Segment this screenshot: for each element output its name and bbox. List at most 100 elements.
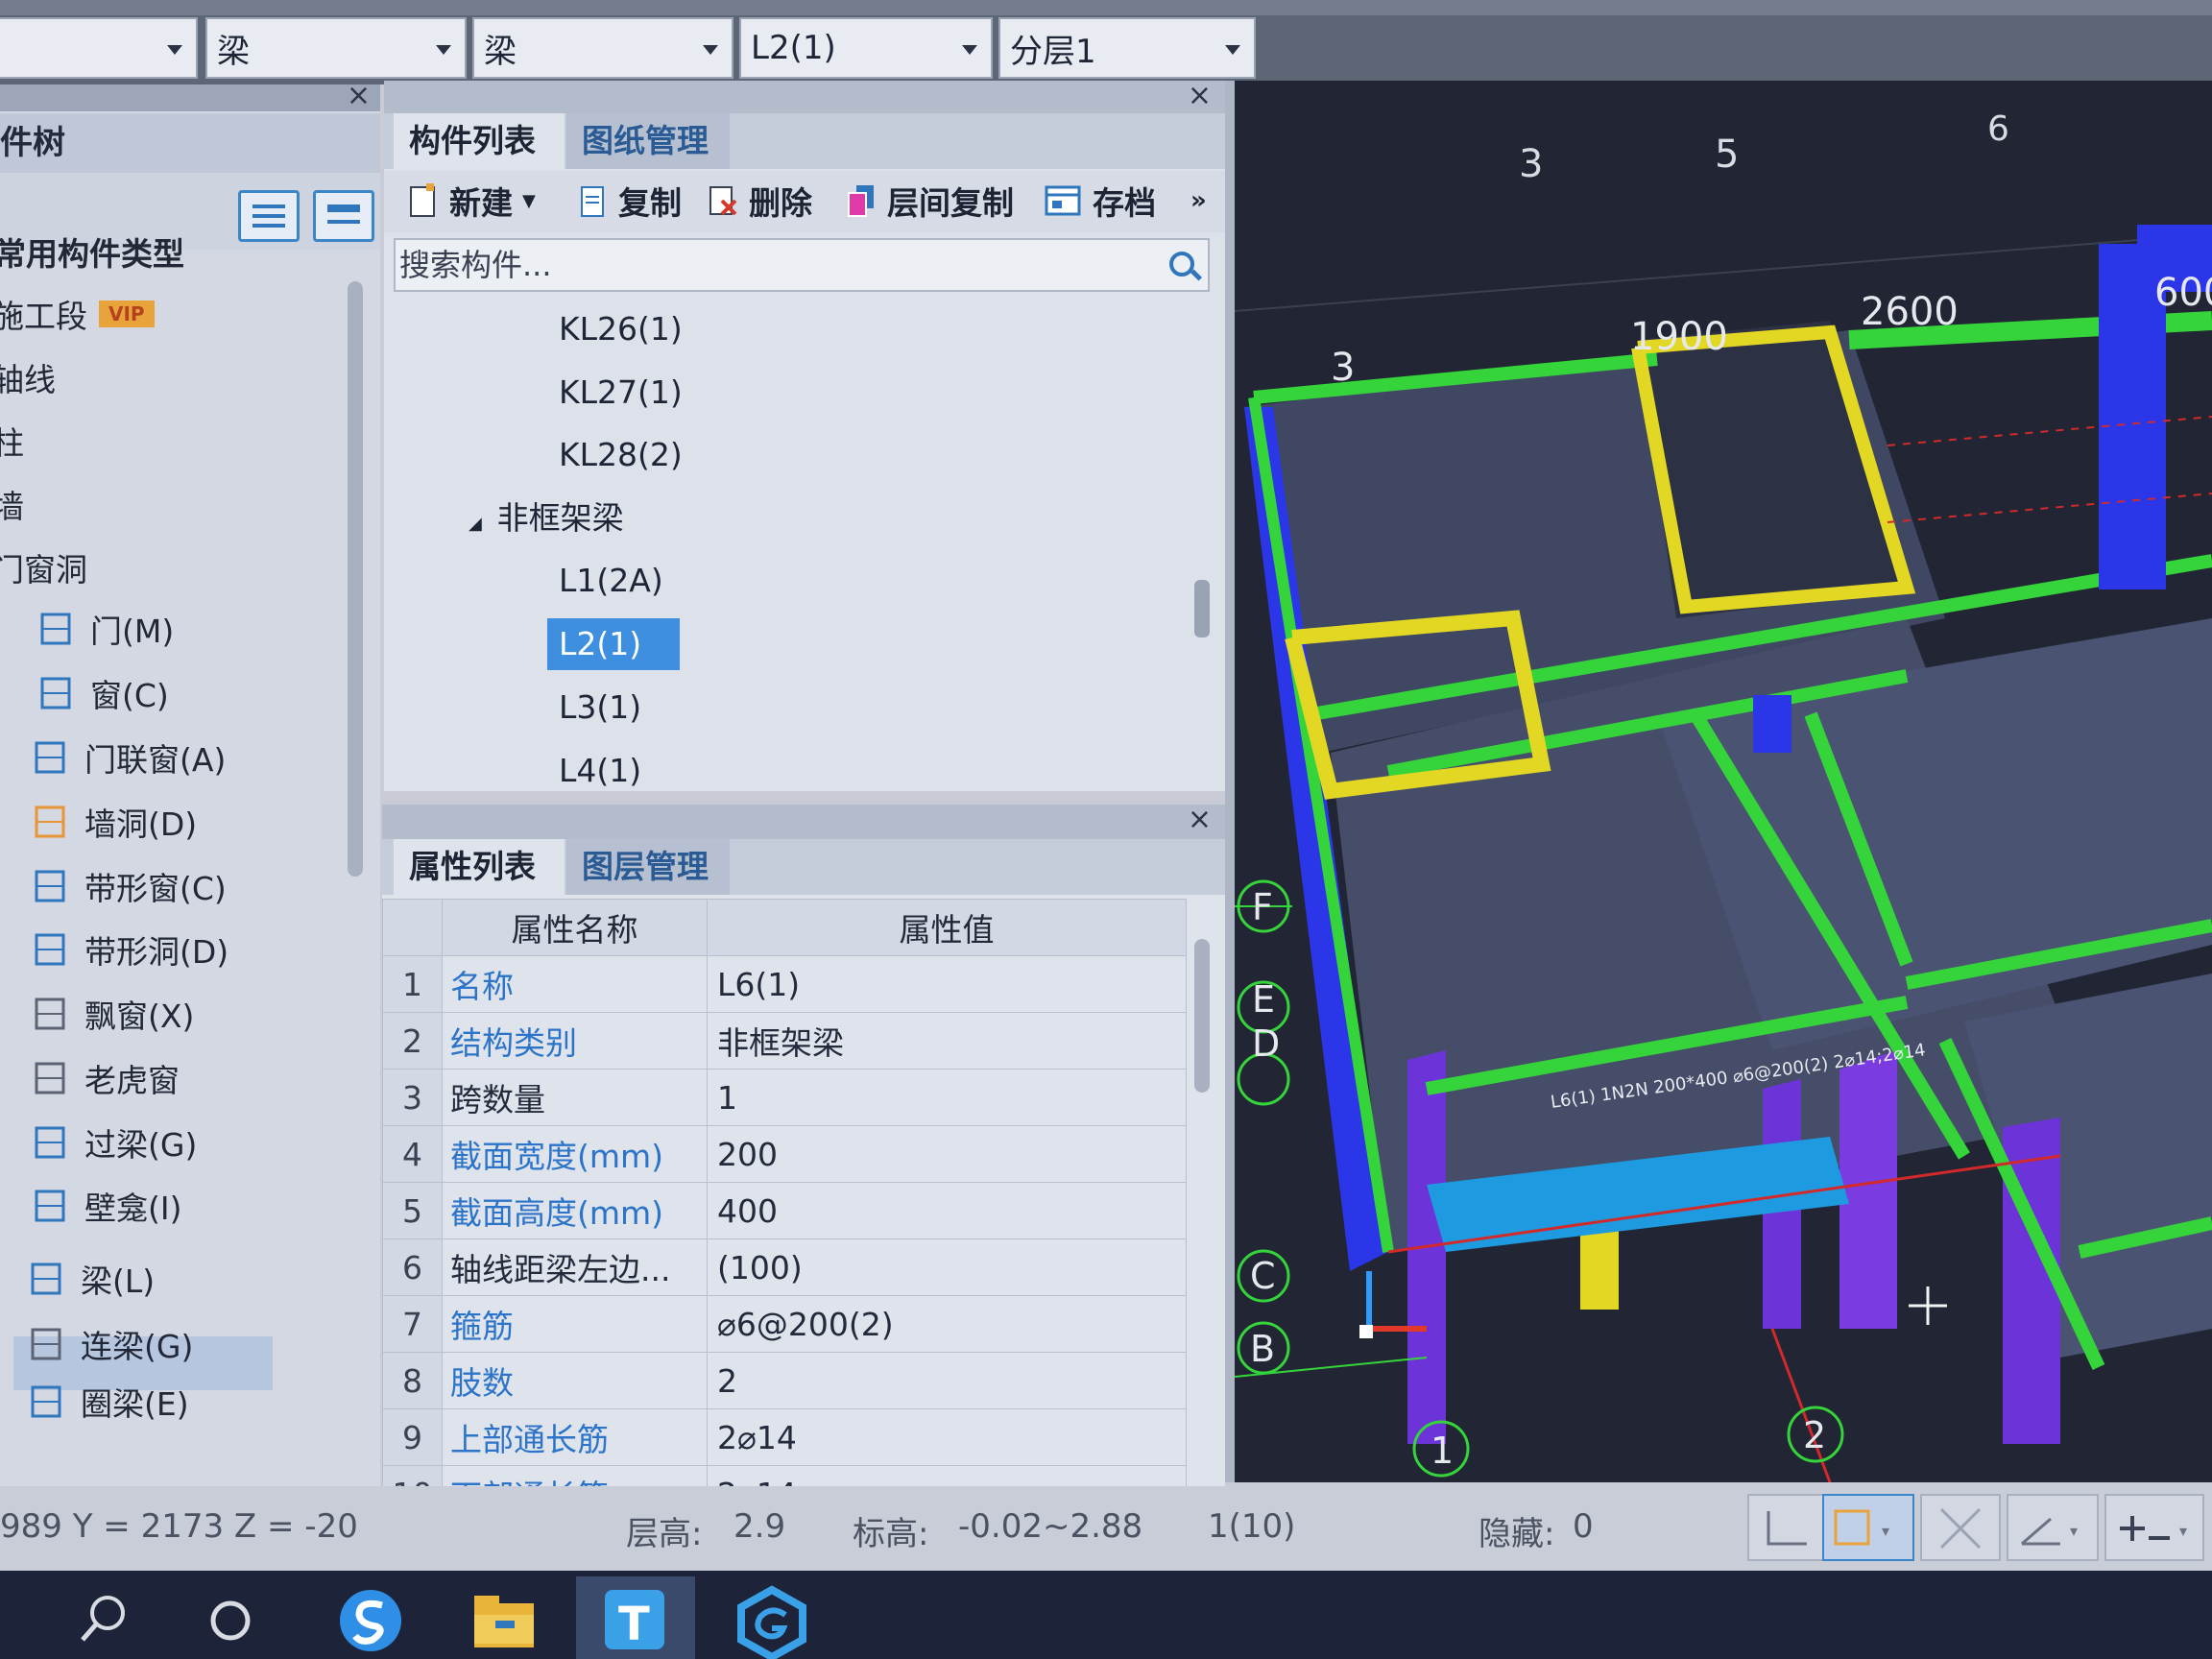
intersection-snap-button[interactable] — [1920, 1494, 2001, 1561]
property-value[interactable]: 1 — [707, 1069, 1187, 1126]
tree-item[interactable]: 门联窗(A) — [33, 732, 226, 783]
property-value[interactable]: 2⌀14 — [707, 1408, 1187, 1466]
category-selector[interactable]: 梁 — [205, 17, 467, 79]
tree-item[interactable]: 老虎窗 — [33, 1052, 180, 1104]
search-placeholder: 搜索构件... — [399, 247, 552, 283]
copy-icon — [578, 183, 607, 218]
status-bar: 989 Y = 2173 Z = -20 层高: 2.9 标高: -0.02~2… — [0, 1486, 2212, 1571]
floor-copy-button[interactable]: 层间复制 — [847, 177, 1014, 225]
offset-button[interactable]: ▾ — [2104, 1494, 2204, 1561]
close-icon[interactable]: × — [1188, 803, 1212, 836]
sogou-icon[interactable] — [313, 1576, 428, 1659]
property-value[interactable]: 非框架梁 — [707, 1012, 1187, 1070]
tree-item[interactable]: 墙洞(D) — [33, 796, 197, 848]
tree-item[interactable]: 过梁(G) — [33, 1117, 197, 1168]
tree-item[interactable]: 梁(L) — [29, 1253, 155, 1305]
list-item[interactable]: L1(2A) — [559, 555, 663, 607]
tree-item[interactable]: 带形洞(D) — [33, 924, 228, 975]
list-item[interactable]: KL28(2) — [559, 429, 683, 481]
row-number: 7 — [382, 1295, 443, 1353]
tree-item[interactable]: 柱 — [0, 415, 24, 467]
tree-item[interactable]: 施工段 VIP — [0, 288, 155, 340]
property-row[interactable]: 9 上部通长筋 2⌀14 — [382, 1408, 1187, 1466]
glodon-t-icon[interactable]: T — [576, 1576, 695, 1659]
tree-item[interactable]: 门窗洞 — [0, 541, 87, 593]
search-input[interactable]: 搜索构件... — [394, 238, 1210, 292]
list-view-button[interactable] — [238, 190, 300, 242]
property-row[interactable]: 6 轴线距梁左边... (100) — [382, 1238, 1187, 1296]
new-button[interactable]: 新建 ▼ — [409, 177, 536, 225]
property-name-header: 属性名称 — [442, 899, 708, 956]
property-value[interactable]: L6(1) — [707, 955, 1187, 1013]
file-explorer-icon[interactable] — [445, 1576, 561, 1659]
dormer-icon — [33, 1061, 69, 1095]
close-icon[interactable]: × — [347, 79, 371, 112]
property-row[interactable]: 5 截面高度(mm) 400 — [382, 1182, 1187, 1239]
property-value[interactable]: 200 — [707, 1125, 1187, 1183]
cortana-icon[interactable] — [173, 1576, 288, 1659]
archive-button[interactable]: 存档 — [1045, 177, 1156, 225]
tree-item[interactable]: 常用构件类型 — [0, 226, 184, 277]
tree-item[interactable]: 连梁(G) — [29, 1318, 193, 1370]
axis-label-left: E — [1252, 978, 1275, 1021]
type-selector[interactable]: 梁 — [472, 17, 733, 79]
list-item[interactable]: KL26(1) — [559, 303, 683, 355]
tree-item[interactable]: 带形窗(C) — [33, 860, 227, 912]
property-value[interactable]: 400 — [707, 1182, 1187, 1239]
ring-beam-icon — [29, 1384, 65, 1419]
snap-toggle-button[interactable]: ▾ — [1822, 1494, 1914, 1561]
panel-splitter[interactable] — [1225, 81, 1235, 1482]
ortho-toggle-button[interactable] — [1747, 1494, 1828, 1561]
tree-item[interactable]: 飘窗(X) — [33, 988, 194, 1040]
copy-button[interactable]: 复制 — [578, 177, 682, 225]
new-button-label: 新建 — [449, 184, 513, 222]
more-tools-button[interactable]: » — [1190, 177, 1207, 225]
3d-model-canvas[interactable]: 3 5 6 3 1900 2600 600 F E D C B 1 2 L6(1… — [1235, 81, 2212, 1482]
close-icon[interactable]: × — [1188, 79, 1212, 112]
property-value[interactable]: ⌀6@200(2) — [707, 1295, 1187, 1353]
list-item[interactable]: KL27(1) — [559, 367, 683, 419]
list-item[interactable]: L4(1) — [559, 745, 641, 797]
floor-selector[interactable] — [0, 17, 198, 79]
property-value[interactable]: (100) — [707, 1238, 1187, 1296]
tab-layer-management[interactable]: 图层管理 — [566, 839, 730, 895]
tree-item[interactable]: 轴线 — [0, 351, 56, 403]
property-row[interactable]: 1 名称 L6(1) — [382, 955, 1187, 1013]
property-scrollbar[interactable] — [1194, 939, 1210, 1093]
search-icon[interactable] — [1169, 252, 1194, 276]
list-item-label: KL28(2) — [559, 436, 683, 473]
property-row[interactable]: 7 箍筋 ⌀6@200(2) — [382, 1295, 1187, 1353]
glodon-g-icon[interactable] — [714, 1576, 830, 1659]
delete-button[interactable]: 删除 — [709, 177, 812, 225]
tree-item[interactable]: 窗(C) — [38, 667, 169, 719]
component-selector[interactable]: L2(1) — [739, 17, 993, 79]
3d-viewport[interactable]: 3 5 6 3 1900 2600 600 F E D C B 1 2 L6(1… — [1235, 81, 2212, 1482]
property-row[interactable]: 3 跨数量 1 — [382, 1069, 1187, 1126]
tree-item-label: 过梁(G) — [84, 1126, 198, 1164]
list-item[interactable]: L2(1) — [547, 618, 680, 670]
layer-selector[interactable]: 分层1 — [998, 17, 1256, 79]
list-scrollbar[interactable] — [1194, 580, 1210, 637]
tab-drawing-management[interactable]: 图纸管理 — [566, 113, 730, 169]
search-icon[interactable] — [44, 1576, 159, 1659]
property-row[interactable]: 8 肢数 2 — [382, 1352, 1187, 1409]
list-item[interactable]: L3(1) — [559, 682, 641, 733]
tree-item-label: 壁龛(I) — [84, 1190, 182, 1227]
property-row[interactable]: 2 结构类别 非框架梁 — [382, 1012, 1187, 1070]
angle-snap-button[interactable]: ▾ — [2007, 1494, 2099, 1561]
property-row[interactable]: 4 截面宽度(mm) 200 — [382, 1125, 1187, 1183]
list-item-label: KL27(1) — [559, 373, 683, 411]
tree-item[interactable]: 圈梁(E) — [29, 1376, 189, 1428]
property-value[interactable]: 2 — [707, 1352, 1187, 1409]
list-group-header[interactable]: ◢ 非框架梁 — [469, 493, 624, 544]
column — [1839, 1050, 1897, 1329]
tree-item[interactable]: 壁龛(I) — [33, 1180, 181, 1232]
tab-property-list[interactable]: 属性列表 — [394, 839, 565, 895]
tree-scrollbar[interactable] — [348, 281, 363, 877]
detail-view-button[interactable] — [313, 190, 374, 242]
tab-component-list[interactable]: 构件列表 — [394, 113, 565, 169]
tree-item[interactable]: 墙 — [0, 478, 24, 530]
delete-button-label: 删除 — [749, 184, 812, 222]
expand-triangle-icon[interactable]: ◢ — [469, 514, 488, 534]
tree-item[interactable]: 门(M) — [38, 603, 174, 655]
